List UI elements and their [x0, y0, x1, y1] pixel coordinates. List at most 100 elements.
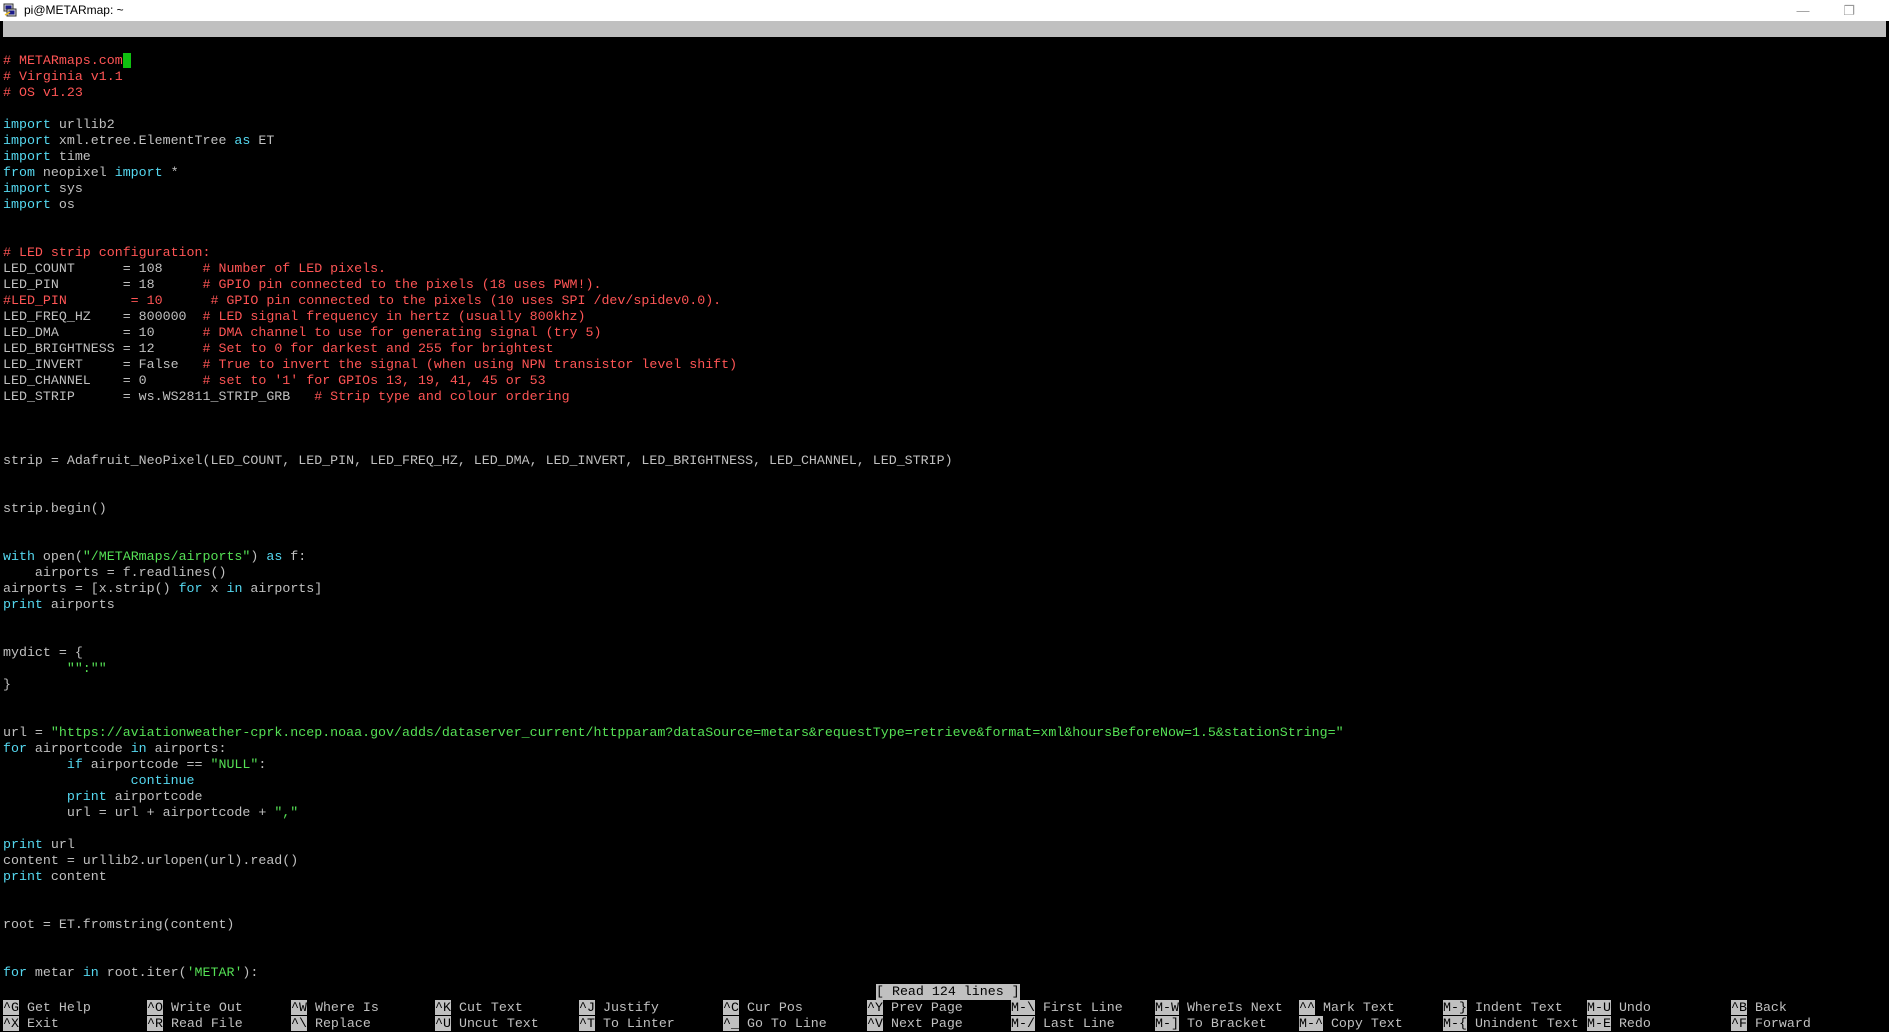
shortcut-label: Where Is	[314, 1000, 379, 1015]
shortcut-item[interactable]: ^^ Mark Text	[1299, 1000, 1395, 1016]
code-token: from	[3, 165, 35, 180]
code-line: for metar in root.iter('METAR'):	[3, 965, 258, 981]
code-line: with open("/METARmaps/airports") as f:	[3, 549, 306, 565]
code-line: print content	[3, 869, 107, 885]
shortcut-item[interactable]: ^B Back	[1731, 1000, 1787, 1016]
code-line: from neopixel import *	[3, 165, 179, 181]
code-token: airports]	[242, 581, 323, 596]
shortcut-item[interactable]: ^R Read File	[147, 1016, 243, 1032]
shortcut-item[interactable]: ^T To Linter	[579, 1016, 675, 1032]
shortcut-item[interactable]: ^X Exit	[3, 1016, 59, 1032]
shortcut-key: ^O	[147, 1000, 163, 1015]
shortcut-key: ^T	[579, 1016, 595, 1031]
shortcut-item[interactable]: ^F Forward	[1731, 1016, 1811, 1032]
minimize-button[interactable]: —	[1780, 0, 1826, 21]
code-token: url =	[3, 725, 51, 740]
shortcut-key: ^\	[291, 1016, 307, 1031]
code-line: if airportcode == "NULL":	[3, 757, 267, 773]
code-token: os	[50, 197, 75, 212]
shortcut-key: M-U	[1587, 1000, 1611, 1015]
code-line: LED_FREQ_HZ = 800000 # LED signal freque…	[3, 309, 586, 325]
code-token: in	[82, 965, 99, 980]
shortcut-label: To Bracket	[1186, 1016, 1267, 1031]
code-line: url = "https://aviationweather-cprk.ncep…	[3, 725, 1344, 741]
terminal-area[interactable]: GNU nano 2.7.4 File: metar.py # METARmap…	[0, 21, 1889, 1031]
code-token: 'METAR'	[186, 965, 243, 980]
shortcut-item[interactable]: ^_ Go To Line	[723, 1016, 827, 1032]
shortcut-item[interactable]: ^J Justify	[579, 1000, 659, 1016]
code-token: *	[162, 165, 179, 180]
status-message: [ Read 124 lines ]	[876, 984, 1020, 1000]
shortcut-item[interactable]: M-/ Last Line	[1011, 1016, 1115, 1032]
code-token: # OS v1.23	[3, 85, 83, 100]
code-line: LED_CHANNEL = 0 # set to '1' for GPIOs 1…	[3, 373, 546, 389]
code-token: LED_COUNT = 108	[3, 261, 203, 276]
code-token: LED_INVERT = False	[3, 357, 203, 372]
shortcut-item[interactable]: ^O Write Out	[147, 1000, 243, 1016]
shortcut-item[interactable]: M-} Indent Text	[1443, 1000, 1563, 1016]
code-token: LED_DMA = 10	[3, 325, 203, 340]
code-token: # Set to 0 for darkest and 255 for brigh…	[202, 341, 554, 356]
code-line: #LED_PIN = 10 # GPIO pin connected to th…	[3, 293, 721, 309]
code-token: in	[130, 741, 147, 756]
code-token: xml.etree.ElementTree	[50, 133, 235, 148]
shortcut-item[interactable]: ^Y Prev Page	[867, 1000, 963, 1016]
shortcut-item[interactable]: M-E Redo	[1587, 1016, 1651, 1032]
code-token: url	[42, 837, 75, 852]
shortcut-item[interactable]: ^U Uncut Text	[435, 1016, 539, 1032]
code-line: import urllib2	[3, 117, 115, 133]
code-line: mydict = {	[3, 645, 83, 661]
code-token: import	[3, 181, 51, 196]
code-line: LED_BRIGHTNESS = 12 # Set to 0 for darke…	[3, 341, 554, 357]
code-token: }	[3, 677, 11, 692]
code-line: LED_INVERT = False # True to invert the …	[3, 357, 737, 373]
code-token: ):	[242, 965, 259, 980]
code-token: # METARmaps.com	[3, 53, 123, 68]
code-token: # set to '1' for GPIOs 13, 19, 41, 45 or…	[202, 373, 546, 388]
code-token: "https://aviationweather-cprk.ncep.noaa.…	[50, 725, 1344, 740]
code-token: :	[258, 757, 267, 772]
code-token: "/METARmaps/airports"	[82, 549, 251, 564]
shortcut-item[interactable]: M-{Unindent Text	[1443, 1016, 1579, 1032]
shortcut-item[interactable]: ^G Get Help	[3, 1000, 91, 1016]
shortcut-key: M-\	[1011, 1000, 1035, 1015]
code-token: for	[178, 581, 203, 596]
shortcut-item[interactable]: M-] To Bracket	[1155, 1016, 1267, 1032]
code-line: # LED strip configuration:	[3, 245, 210, 261]
code-token: LED_FREQ_HZ = 800000	[3, 309, 203, 324]
shortcut-item[interactable]: ^V Next Page	[867, 1016, 963, 1032]
code-token: if	[66, 757, 83, 772]
code-line: LED_STRIP = ws.WS2811_STRIP_GRB # Strip …	[3, 389, 570, 405]
restore-button[interactable]: ❐	[1826, 0, 1872, 21]
shortcut-item[interactable]: ^K Cut Text	[435, 1000, 523, 1016]
code-token: airportcode	[106, 789, 203, 804]
shortcut-key: M-E	[1587, 1016, 1611, 1031]
shortcut-key: ^X	[3, 1016, 19, 1031]
shortcut-item[interactable]: M-U Undo	[1587, 1000, 1651, 1016]
shortcut-key: ^U	[435, 1016, 451, 1031]
shortcut-item[interactable]: M-^ Copy Text	[1299, 1016, 1403, 1032]
shortcut-label: Redo	[1618, 1016, 1651, 1031]
shortcut-label: Back	[1754, 1000, 1787, 1015]
code-token: airports = [x.strip()	[3, 581, 179, 596]
code-line: import sys	[3, 181, 83, 197]
shortcut-key: ^^	[1299, 1000, 1315, 1015]
shortcut-item[interactable]: ^C Cur Pos	[723, 1000, 803, 1016]
shortcut-label: Read File	[170, 1016, 243, 1031]
shortcut-key: ^B	[1731, 1000, 1747, 1015]
shortcut-item[interactable]: ^\ Replace	[291, 1016, 371, 1032]
shortcut-item[interactable]: ^W Where Is	[291, 1000, 379, 1016]
code-token: strip.begin()	[3, 501, 107, 516]
shortcut-item[interactable]: M-W WhereIs Next	[1155, 1000, 1283, 1016]
shortcut-item[interactable]: M-\ First Line	[1011, 1000, 1123, 1016]
code-token: import	[3, 133, 51, 148]
code-line: root = ET.fromstring(content)	[3, 917, 234, 933]
shortcut-label: Next Page	[890, 1016, 963, 1031]
shortcut-key: M-{	[1443, 1016, 1467, 1031]
putty-app-icon	[3, 3, 17, 17]
code-line: }	[3, 677, 11, 693]
code-token: import	[3, 117, 51, 132]
code-token: print	[3, 837, 43, 852]
